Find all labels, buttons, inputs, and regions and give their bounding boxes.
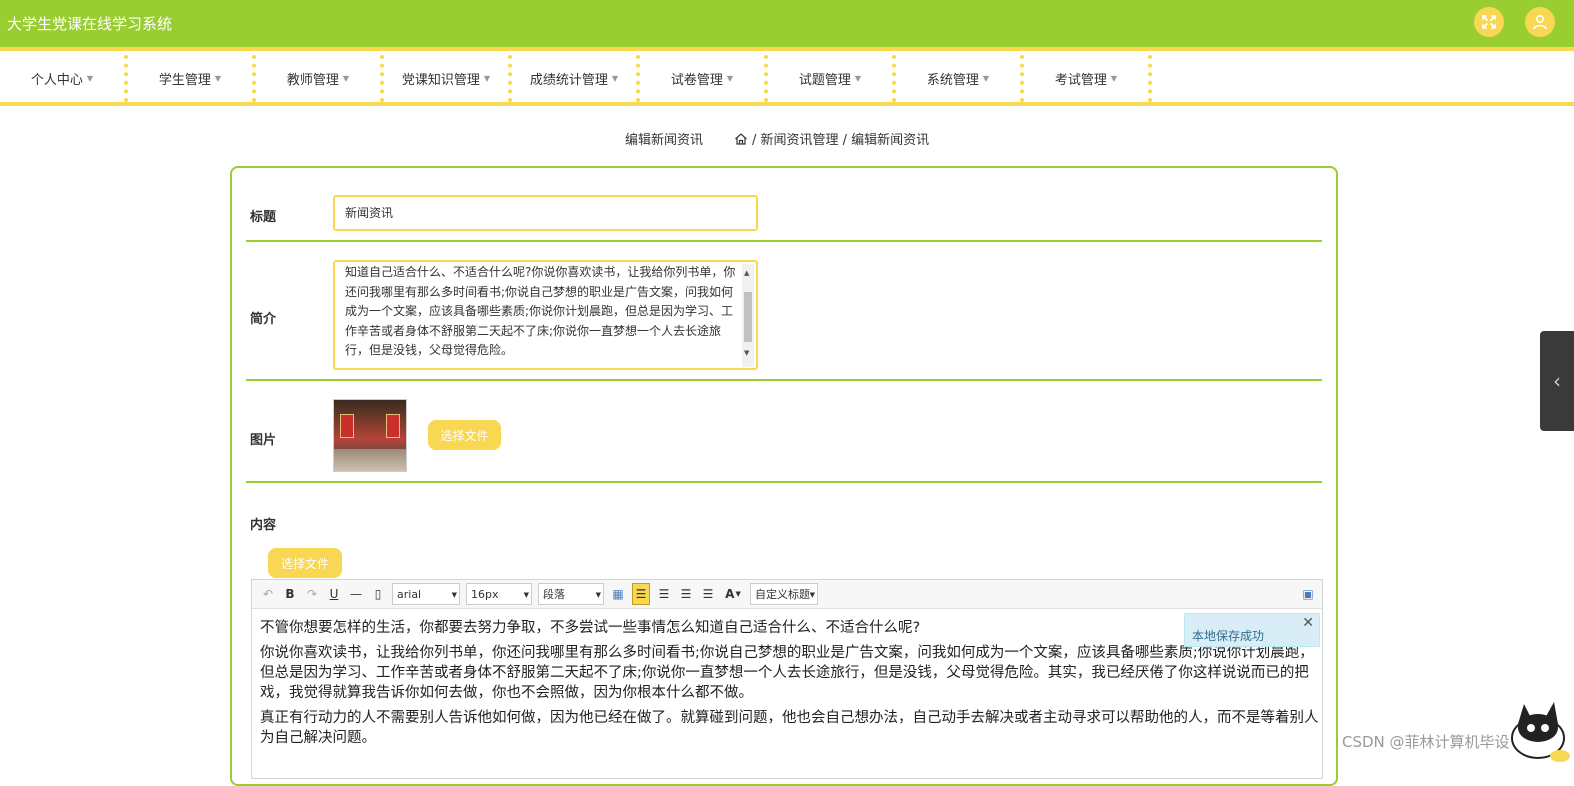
chevron-down-icon: ▼ — [595, 591, 601, 599]
intro-label: 简介 — [250, 312, 277, 327]
image-detail — [386, 414, 400, 438]
user-icon — [1533, 14, 1547, 30]
fullscreen-icon — [1482, 15, 1496, 29]
title-input[interactable]: 新闻资讯 — [333, 195, 758, 231]
breadcrumb-path: / 新闻资讯管理 / 编辑新闻资讯 — [752, 133, 930, 148]
side-panel-toggle[interactable]: ‹ — [1540, 331, 1574, 431]
bold-icon[interactable]: B — [282, 585, 298, 603]
editor-toolbar: ↶ B ↷ U — ▯ arial ▼ 16px ▼ 段落 ▼ ▦ ☰ ☰ ☰ ☰ A… — [252, 580, 1322, 609]
scroll-down-icon[interactable]: ▼ — [744, 344, 749, 364]
caret-down-icon: ▼ — [86, 74, 94, 83]
align-left-icon[interactable]: ☰ — [632, 583, 650, 605]
redo-icon[interactable]: ↷ — [304, 585, 320, 603]
mascot-decoration — [1511, 702, 1570, 762]
toast-message: 本地保存成功 — [1192, 629, 1265, 643]
app-title: 大学生党课在线学习系统 — [7, 15, 173, 33]
font-size-select[interactable]: 16px ▼ — [466, 583, 532, 605]
nav-item-party-knowledge[interactable]: 党课知识管理 ▼ — [384, 55, 512, 102]
chevron-down-icon: ▼ — [523, 591, 529, 599]
caret-down-icon: ▼ — [854, 74, 862, 83]
image-detail — [334, 449, 406, 471]
title-label: 标题 — [250, 210, 277, 225]
nav-item-student-management[interactable]: 学生管理 ▼ — [128, 55, 256, 102]
paragraph-select[interactable]: 段落 ▼ — [538, 583, 604, 605]
intro-text: 知道自己适合什么、不适合什么呢?你说你喜欢读书，让我给你列书单，你还问我哪里有那… — [345, 265, 736, 357]
caret-down-icon: ▼ — [1110, 74, 1118, 83]
intro-textarea[interactable]: 知道自己适合什么、不适合什么呢?你说你喜欢读书，让我给你列书单，你还问我哪里有那… — [333, 260, 758, 370]
breadcrumb: / 新闻资讯管理 / 编辑新闻资讯 — [734, 129, 929, 148]
image-select-file-button[interactable]: 选择文件 — [428, 420, 501, 450]
image-label: 图片 — [250, 433, 277, 448]
divider — [246, 379, 1322, 381]
editor-paragraph: 真正有行动力的人不需要别人告诉他如何做，因为他已经在做了。就算碰到问题，他也会自… — [260, 710, 1319, 746]
caret-down-icon: ▼ — [982, 74, 990, 83]
nav-item-personal-center[interactable]: 个人中心 ▼ — [0, 55, 128, 102]
nav-item-system-management[interactable]: 系统管理 ▼ — [896, 55, 1024, 102]
caret-down-icon: ▼ — [342, 74, 350, 83]
editor-content[interactable]: 不管你想要怎样的生活，你都要去努力争取，不多尝试一些事情怎么知道自己适合什么、不… — [260, 618, 1320, 753]
chevron-down-icon: ▼ — [809, 591, 815, 599]
intro-scrollbar[interactable]: ▲ ▼ — [742, 264, 754, 367]
user-button[interactable] — [1525, 7, 1555, 37]
align-center-icon[interactable]: ☰ — [678, 585, 694, 603]
scroll-up-icon[interactable]: ▲ — [744, 264, 749, 284]
caret-down-icon: ▼ — [483, 74, 491, 83]
nav-item-paper-management[interactable]: 试卷管理 ▼ — [640, 55, 768, 102]
caret-down-icon: ▼ — [726, 74, 734, 83]
content-label: 内容 — [250, 518, 277, 533]
content-select-file-button[interactable]: 选择文件 — [268, 548, 342, 578]
caret-down-icon: ▼ — [611, 74, 619, 83]
document-icon[interactable]: ▯ — [370, 585, 386, 603]
nav-item-question-management[interactable]: 试题管理 ▼ — [768, 55, 896, 102]
home-icon[interactable] — [734, 132, 748, 146]
rich-text-editor: ↶ B ↷ U — ▯ arial ▼ 16px ▼ 段落 ▼ ▦ ☰ ☰ ☰ ☰ A… — [251, 579, 1323, 779]
main-nav: 个人中心 ▼ 学生管理 ▼ 教师管理 ▼ 党课知识管理 ▼ 成绩统计管理 ▼ 试卷管理 ▼ … — [0, 55, 1574, 106]
divider — [246, 481, 1322, 483]
top-bar: 大学生党课在线学习系统 — [0, 0, 1574, 51]
horizontal-rule-icon[interactable]: — — [348, 585, 364, 603]
page-title: 编辑新闻资讯 — [625, 133, 704, 148]
save-toast: 本地保存成功 ✕ — [1184, 613, 1320, 647]
close-icon[interactable]: ✕ — [1302, 615, 1314, 631]
nav-item-exam-management[interactable]: 考试管理 ▼ — [1024, 55, 1152, 102]
editor-paragraph: 你说你喜欢读书，让我给你列书单，你还问我哪里有那么多时间看书;你说自己梦想的职业… — [260, 645, 1314, 701]
scroll-thumb[interactable] — [744, 292, 752, 342]
font-family-select[interactable]: arial ▼ — [392, 583, 460, 605]
caret-down-icon: ▼ — [214, 74, 222, 83]
news-image-thumbnail — [333, 399, 407, 472]
chevron-left-icon: ‹ — [1553, 369, 1561, 393]
table-icon[interactable]: ▦ — [610, 585, 626, 603]
watermark: CSDN @菲林计算机毕设 — [1342, 733, 1510, 751]
chevron-down-icon: ▼ — [451, 591, 457, 599]
nav-item-score-statistics[interactable]: 成绩统计管理 ▼ — [512, 55, 640, 102]
fullscreen-editor-icon[interactable]: ▣ — [1300, 585, 1316, 603]
custom-heading-select[interactable]: 自定义标题 ▼ — [750, 583, 818, 605]
image-detail — [340, 414, 354, 438]
align-right-icon[interactable]: ☰ — [656, 585, 672, 603]
undo-icon[interactable]: ↶ — [260, 585, 276, 603]
font-color-icon[interactable]: A ▼ — [722, 585, 744, 603]
fullscreen-button[interactable] — [1474, 7, 1504, 37]
align-justify-icon[interactable]: ☰ — [700, 585, 716, 603]
nav-item-teacher-management[interactable]: 教师管理 ▼ — [256, 55, 384, 102]
underline-icon[interactable]: U — [326, 585, 342, 603]
divider — [246, 240, 1322, 242]
editor-paragraph: 不管你想要怎样的生活，你都要去努力争取，不多尝试一些事情怎么知道自己适合什么、不… — [260, 620, 921, 636]
